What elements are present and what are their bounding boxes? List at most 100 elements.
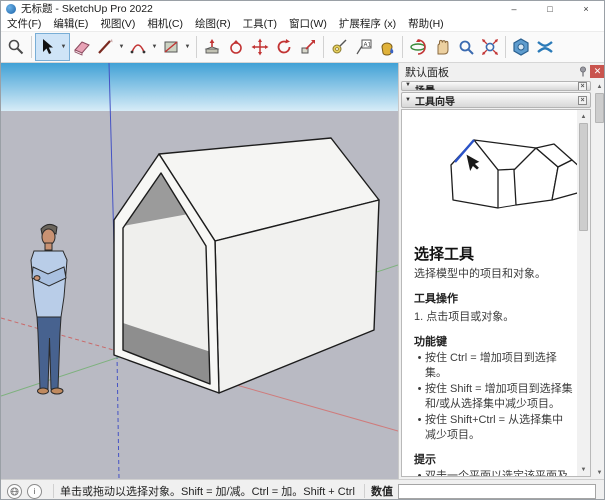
eraser-icon[interactable] — [70, 34, 94, 60]
maximize-button[interactable]: □ — [532, 1, 568, 16]
scale-icon[interactable] — [296, 34, 320, 60]
statusbar-divider — [53, 484, 54, 498]
operation-heading: 工具操作 — [414, 290, 573, 306]
collapse-arrow-icon: ▼ — [405, 82, 411, 88]
model-viewport[interactable] — [1, 63, 398, 479]
modifier-item: •按住 Shift+Ctrl = 从选择集中减少项目。 — [414, 413, 573, 442]
app-icon — [6, 4, 16, 14]
status-bar: i 单击或拖动以选择对象。Shift = 加/减。Ctrl = 加。Shift … — [1, 479, 604, 500]
menu-bar: 文件(F) 编辑(E) 视图(V) 相机(C) 绘图(R) 工具(T) 窗口(W… — [1, 16, 604, 32]
measurements-input[interactable] — [398, 484, 596, 499]
scroll-down-icon[interactable]: ▼ — [593, 466, 605, 479]
search-icon[interactable] — [4, 34, 28, 60]
person-left-sandal — [38, 388, 49, 394]
toolbar-separator — [505, 36, 506, 58]
instructor-illustration — [414, 112, 577, 234]
menu-view[interactable]: 视图(V) — [94, 16, 141, 31]
line-dropdown-icon[interactable]: ▼ — [116, 34, 127, 60]
menu-draw[interactable]: 绘图(R) — [189, 16, 237, 31]
scroll-thumb[interactable] — [595, 93, 604, 123]
modifier-heading: 功能键 — [414, 333, 573, 349]
arc-dropdown-icon[interactable]: ▼ — [149, 34, 160, 60]
menu-edit[interactable]: 编辑(E) — [47, 16, 94, 31]
person-right-sandal — [51, 388, 63, 394]
instructor-subtitle: 选择模型中的项目和对象。 — [414, 265, 573, 281]
rectangle-dropdown-icon[interactable]: ▼ — [182, 34, 193, 60]
menu-help[interactable]: 帮助(H) — [402, 16, 450, 31]
exchange-icon[interactable] — [533, 34, 557, 60]
scroll-up-icon[interactable]: ▲ — [577, 110, 590, 123]
select-icon[interactable] — [36, 34, 58, 60]
zoom-icon[interactable] — [454, 34, 478, 60]
tray-header[interactable]: 默认面板 ✕ — [399, 63, 605, 80]
menu-tools[interactable]: 工具(T) — [237, 16, 283, 31]
statusbar-divider — [364, 484, 365, 498]
menu-window[interactable]: 窗口(W) — [283, 16, 333, 31]
tip-item: •双击一个平面以选定该平面及其所有边线。 — [414, 469, 573, 476]
geolocation-icon[interactable] — [7, 484, 22, 499]
offset-icon[interactable] — [224, 34, 248, 60]
collapse-arrow-icon: ▼ — [405, 97, 411, 103]
menu-extensions[interactable]: 扩展程序 (x) — [333, 16, 402, 31]
default-tray-panel: 默认面板 ✕ ▼ 场景 × ▼ 工具向导 — [398, 63, 605, 479]
pin-icon[interactable] — [576, 65, 590, 78]
minimize-button[interactable]: – — [496, 1, 532, 16]
toolbar: ▼ ▼ ▼ ▼ — [1, 32, 604, 63]
instructor-panel: 选择工具 选择模型中的项目和对象。 工具操作 1. 点击项目或对象。 功能键 •… — [401, 109, 591, 477]
menu-camera[interactable]: 相机(C) — [141, 16, 189, 31]
modifier-item: •按住 Ctrl = 增加项目到选择集。 — [414, 351, 573, 380]
close-button[interactable]: × — [568, 1, 604, 16]
panel-bar-scenes-label: 场景 — [415, 82, 435, 91]
window-title: 无标题 - SketchUp Pro 2022 — [21, 1, 496, 16]
person-hand — [34, 276, 40, 281]
scroll-down-icon[interactable]: ▼ — [577, 463, 590, 476]
panel-bar-instructor-label: 工具向导 — [415, 93, 455, 108]
sky — [1, 63, 398, 111]
modifier-item: •按住 Shift = 增加项目到选择集和/或从选择集中减少项目。 — [414, 382, 573, 411]
info-icon[interactable]: i — [27, 484, 42, 499]
panel-close-icon[interactable]: × — [578, 96, 587, 105]
instructor-title: 选择工具 — [414, 243, 573, 264]
main-area: 默认面板 ✕ ▼ 场景 × ▼ 工具向导 — [1, 63, 604, 479]
menu-file[interactable]: 文件(F) — [1, 16, 47, 31]
tray-close-icon[interactable]: ✕ — [590, 65, 605, 78]
svg-text:A1: A1 — [364, 43, 372, 49]
select-tool[interactable]: ▼ — [35, 33, 70, 61]
tips-heading: 提示 — [414, 451, 573, 467]
toolbar-separator — [31, 36, 32, 58]
panel-bar-instructor[interactable]: ▼ 工具向导 × — [401, 92, 591, 108]
pan-icon[interactable] — [430, 34, 454, 60]
arc-icon[interactable] — [127, 34, 149, 60]
arc-tool[interactable]: ▼ — [127, 34, 160, 60]
scroll-up-icon[interactable]: ▲ — [593, 80, 605, 93]
move-icon[interactable] — [248, 34, 272, 60]
extension-hub-icon[interactable] — [509, 34, 533, 60]
instructor-scrollbar[interactable]: ▲ ▼ — [577, 110, 590, 476]
toolbar-separator — [196, 36, 197, 58]
line-icon[interactable] — [94, 34, 116, 60]
title-bar: 无标题 - SketchUp Pro 2022 – □ × — [1, 1, 604, 16]
tray-scrollbar[interactable]: ▲ ▼ — [593, 80, 605, 479]
panel-close-icon[interactable]: × — [578, 82, 587, 91]
rotate-icon[interactable] — [272, 34, 296, 60]
tape-measure-icon[interactable] — [327, 34, 351, 60]
rectangle-icon[interactable] — [160, 34, 182, 60]
operation-step: 1. 点击项目或对象。 — [414, 308, 573, 324]
push-pull-icon[interactable] — [200, 34, 224, 60]
toolbar-separator — [323, 36, 324, 58]
measurements-group: 数值 — [358, 483, 604, 499]
orbit-icon[interactable] — [406, 34, 430, 60]
paint-bucket-icon[interactable] — [375, 34, 399, 60]
model-scene — [1, 63, 398, 479]
zoom-extents-icon[interactable] — [478, 34, 502, 60]
text-icon[interactable]: A1 — [351, 34, 375, 60]
rectangle-tool[interactable]: ▼ — [160, 34, 193, 60]
toolbar-separator — [402, 36, 403, 58]
select-dropdown-icon[interactable]: ▼ — [58, 34, 69, 60]
line-tool[interactable]: ▼ — [94, 34, 127, 60]
scroll-thumb[interactable] — [579, 123, 588, 231]
panel-bar-scenes[interactable]: ▼ 场景 × — [401, 81, 591, 91]
measurements-label: 数值 — [371, 483, 393, 499]
instructor-content: 选择工具 选择模型中的项目和对象。 工具操作 1. 点击项目或对象。 功能键 •… — [402, 110, 577, 476]
sketchup-window: 无标题 - SketchUp Pro 2022 – □ × 文件(F) 编辑(E… — [0, 0, 605, 500]
